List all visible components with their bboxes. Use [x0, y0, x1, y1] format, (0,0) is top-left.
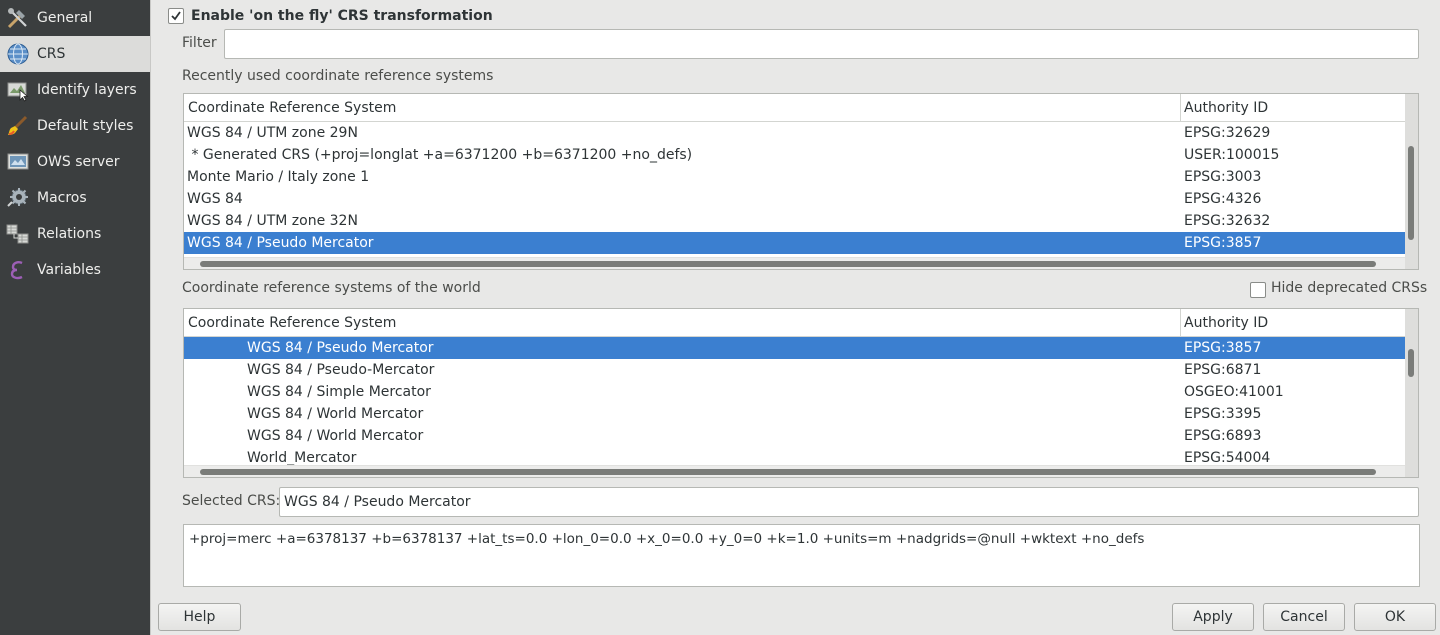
crs-name: WGS 84: [187, 191, 243, 207]
table-row[interactable]: * Generated CRS (+proj=longlat +a=637120…: [184, 144, 1406, 166]
sidebar-item-label: OWS server: [37, 154, 120, 170]
sidebar-item-label: Macros: [37, 190, 87, 206]
sidebar-item-macros[interactable]: Macros: [0, 180, 150, 216]
sidebar-item-label: Default styles: [37, 118, 134, 134]
filter-label: Filter: [182, 35, 217, 51]
crs-name: WGS 84 / World Mercator: [247, 406, 424, 422]
otf-label[interactable]: Enable 'on the fly' CRS transformation: [191, 8, 493, 24]
scrollbar-thumb[interactable]: [1408, 349, 1414, 377]
crs-authority-id: EPSG:6871: [1184, 362, 1262, 378]
variables-icon: [5, 257, 31, 283]
crs-name: WGS 84 / UTM zone 29N: [187, 125, 358, 141]
sidebar-item-default-styles[interactable]: Default styles: [0, 108, 150, 144]
sidebar-item-general[interactable]: General: [0, 0, 150, 36]
recent-crs-header: Coordinate Reference System Authority ID: [184, 94, 1406, 122]
crs-name: Monte Mario / Italy zone 1: [187, 169, 370, 185]
sidebar-item-crs[interactable]: CRS: [0, 36, 150, 72]
help-button[interactable]: Help: [158, 603, 241, 631]
crs-authority-id: EPSG:6893: [1184, 428, 1262, 444]
apply-button[interactable]: Apply: [1172, 603, 1254, 631]
crs-name: WGS 84 / World Mercator: [247, 428, 424, 444]
crs-authority-id: EPSG:3395: [1184, 406, 1262, 422]
crs-authority-id: EPSG:3003: [1184, 169, 1262, 185]
table-row[interactable]: WGS 84 / World Mercator EPSG:6893: [184, 425, 1406, 447]
col-header-authority-id[interactable]: Authority ID: [1180, 309, 1268, 337]
filter-input[interactable]: [224, 29, 1419, 59]
sidebar-item-label: Variables: [37, 262, 101, 278]
crs-name: WGS 84 / Pseudo-Mercator: [247, 362, 435, 378]
scrollbar-thumb[interactable]: [200, 469, 1376, 475]
paintbrush-icon: [5, 113, 31, 139]
table-row[interactable]: WGS 84 / UTM zone 29N EPSG:32629: [184, 122, 1406, 144]
otf-checkbox[interactable]: [168, 8, 184, 24]
gear-icon: [5, 185, 31, 211]
selected-crs-field[interactable]: WGS 84 / Pseudo Mercator: [279, 487, 1419, 517]
tools-icon: [5, 5, 31, 31]
identify-icon: [5, 77, 31, 103]
ok-button[interactable]: OK: [1354, 603, 1436, 631]
checkmark-icon: [171, 11, 181, 21]
crs-authority-id: EPSG:4326: [1184, 191, 1262, 207]
table-row-selected[interactable]: WGS 84 / Pseudo Mercator EPSG:3857: [184, 232, 1406, 254]
crs-authority-id: EPSG:32629: [1184, 125, 1271, 141]
crs-name: WGS 84 / Pseudo Mercator: [187, 235, 374, 251]
crs-authority-id: EPSG:3857: [1184, 235, 1262, 251]
world-crs-table: Coordinate Reference System Authority ID…: [183, 308, 1419, 478]
vertical-scrollbar[interactable]: [1405, 94, 1418, 269]
crs-name: WGS 84 / Simple Mercator: [247, 384, 431, 400]
world-crs-title: Coordinate reference systems of the worl…: [182, 280, 481, 296]
crs-name: * Generated CRS (+proj=longlat +a=637120…: [187, 147, 693, 163]
crs-authority-id: OSGEO:41001: [1184, 384, 1284, 400]
table-row[interactable]: WGS 84 EPSG:4326: [184, 188, 1406, 210]
hide-deprecated-label[interactable]: Hide deprecated CRSs: [1271, 280, 1427, 296]
options-sidebar: General CRS Identify layers Default styl…: [0, 0, 150, 635]
table-row[interactable]: WGS 84 / Simple Mercator OSGEO:41001: [184, 381, 1406, 403]
sidebar-item-variables[interactable]: Variables: [0, 252, 150, 288]
cancel-button[interactable]: Cancel: [1263, 603, 1345, 631]
horizontal-scrollbar[interactable]: [184, 465, 1406, 477]
sidebar-item-label: Relations: [37, 226, 102, 242]
world-crs-header: Coordinate Reference System Authority ID: [184, 309, 1406, 337]
selected-crs-label: Selected CRS:: [182, 493, 281, 509]
sidebar-item-label: Identify layers: [37, 82, 137, 98]
crs-name: WGS 84 / UTM zone 32N: [187, 213, 358, 229]
globe-icon: [5, 41, 31, 67]
horizontal-scrollbar[interactable]: [184, 257, 1406, 269]
proj-string-text[interactable]: +proj=merc +a=6378137 +b=6378137 +lat_ts…: [183, 524, 1420, 587]
ows-icon: [5, 149, 31, 175]
recent-crs-table: Coordinate Reference System Authority ID…: [183, 93, 1419, 270]
crs-name: WGS 84 / Pseudo Mercator: [247, 340, 434, 356]
vertical-scrollbar[interactable]: [1405, 309, 1418, 477]
crs-authority-id: EPSG:32632: [1184, 213, 1271, 229]
table-row[interactable]: WGS 84 / UTM zone 32N EPSG:32632: [184, 210, 1406, 232]
scrollbar-thumb[interactable]: [1408, 146, 1414, 240]
scrollbar-thumb[interactable]: [200, 261, 1376, 267]
table-row[interactable]: WGS 84 / Pseudo-Mercator EPSG:6871: [184, 359, 1406, 381]
sidebar-item-label: CRS: [37, 46, 66, 62]
table-row[interactable]: Monte Mario / Italy zone 1 EPSG:3003: [184, 166, 1406, 188]
sidebar-item-label: General: [37, 10, 93, 26]
crs-authority-id: EPSG:3857: [1184, 340, 1262, 356]
col-header-crs[interactable]: Coordinate Reference System: [184, 94, 396, 122]
relations-icon: [5, 221, 31, 247]
hide-deprecated-checkbox[interactable]: [1250, 282, 1266, 298]
sidebar-item-identify-layers[interactable]: Identify layers: [0, 72, 150, 108]
crs-settings-panel: Enable 'on the fly' CRS transformation F…: [150, 0, 1440, 635]
col-header-crs[interactable]: Coordinate Reference System: [184, 309, 396, 337]
sidebar-item-ows-server[interactable]: OWS server: [0, 144, 150, 180]
recent-crs-title: Recently used coordinate reference syste…: [182, 68, 494, 84]
table-row[interactable]: WGS 84 / World Mercator EPSG:3395: [184, 403, 1406, 425]
table-row-selected[interactable]: WGS 84 / Pseudo Mercator EPSG:3857: [184, 337, 1406, 359]
sidebar-item-relations[interactable]: Relations: [0, 216, 150, 252]
col-header-authority-id[interactable]: Authority ID: [1180, 94, 1268, 122]
crs-authority-id: USER:100015: [1184, 147, 1280, 163]
